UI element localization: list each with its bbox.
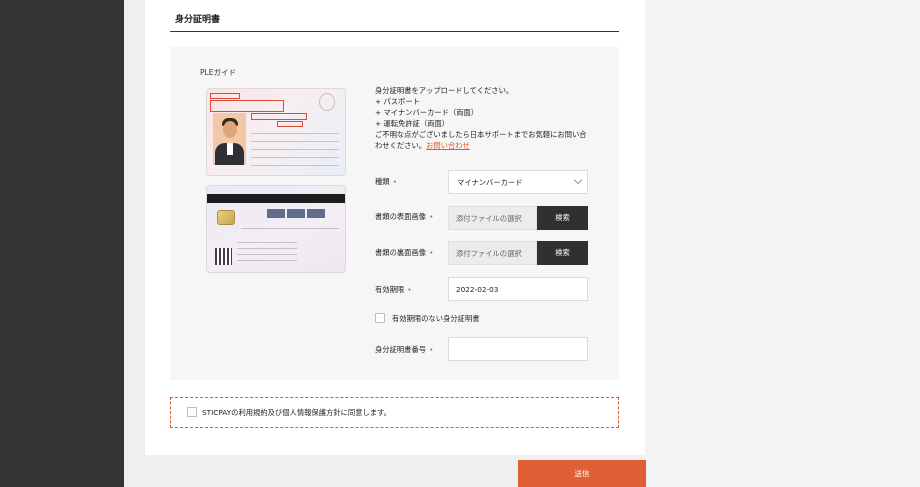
no-expiry-label: 有効期限のない身分証明書 (392, 314, 480, 323)
type-select[interactable]: マイナンバーカード (448, 170, 588, 194)
agreement-text: STICPAYの利用規約及び個人情報保護方針に同意します。 (202, 408, 391, 417)
upload-instructions: 身分証明書をアップロードしてください。 + パスポート + マイナンバーカード（… (375, 85, 590, 151)
card-sex-highlight (277, 121, 303, 127)
instruction-license: + 運転免許証（両面） (375, 119, 450, 128)
instruction-support: ご不明な点がございましたら日本サポートまでお気軽にお問い合 (375, 130, 587, 139)
front-image-label: 書類の表面画像 • (375, 212, 434, 221)
card-magnetic-strip (207, 194, 345, 203)
instruction-mynumber: + マイナンバーカード（両面） (375, 108, 479, 117)
instruction-passport: + パスポート (375, 97, 420, 106)
card-name-highlight (210, 93, 240, 99)
guide-label: PLEガイド (200, 68, 236, 77)
type-label: 種類 • (375, 177, 397, 186)
section-divider (170, 31, 619, 32)
back-image-file-input[interactable]: 添付ファイルの選択 (448, 241, 537, 265)
chevron-down-icon (573, 175, 583, 185)
right-background (645, 0, 920, 487)
left-dark-sidebar (0, 0, 124, 487)
type-select-value: マイナンバーカード (457, 178, 523, 187)
expiry-label: 有効期限 • (375, 285, 412, 294)
back-image-browse-button[interactable]: 検索 (537, 241, 588, 265)
contact-link[interactable]: お問い合わせ (426, 141, 470, 150)
card-address-highlight (210, 100, 284, 112)
card-qr-code (215, 248, 232, 265)
front-image-browse-button[interactable]: 検索 (537, 206, 588, 230)
expiry-date-input[interactable]: 2022-02-03 (448, 277, 588, 301)
id-number-label: 身分証明書番号 • (375, 345, 434, 354)
back-image-label: 書類の裏面画像 • (375, 248, 434, 257)
agreement-checkbox[interactable] (187, 407, 197, 417)
front-image-file-input[interactable]: 添付ファイルの選択 (448, 206, 537, 230)
id-number-input[interactable] (448, 337, 588, 361)
instruction-support-cont: わせください。 (375, 141, 427, 150)
instruction-line: 身分証明書をアップロードしてください。 (375, 86, 514, 95)
id-card-front-image (206, 88, 346, 176)
section-title: 身分証明書 (175, 15, 221, 25)
submit-button[interactable]: 送信 (518, 460, 646, 487)
card-expiry-highlight (251, 113, 307, 120)
id-card-back-image (206, 185, 346, 273)
card-chip (217, 210, 235, 225)
card-photo (213, 113, 246, 165)
no-expiry-checkbox[interactable] (375, 313, 385, 323)
